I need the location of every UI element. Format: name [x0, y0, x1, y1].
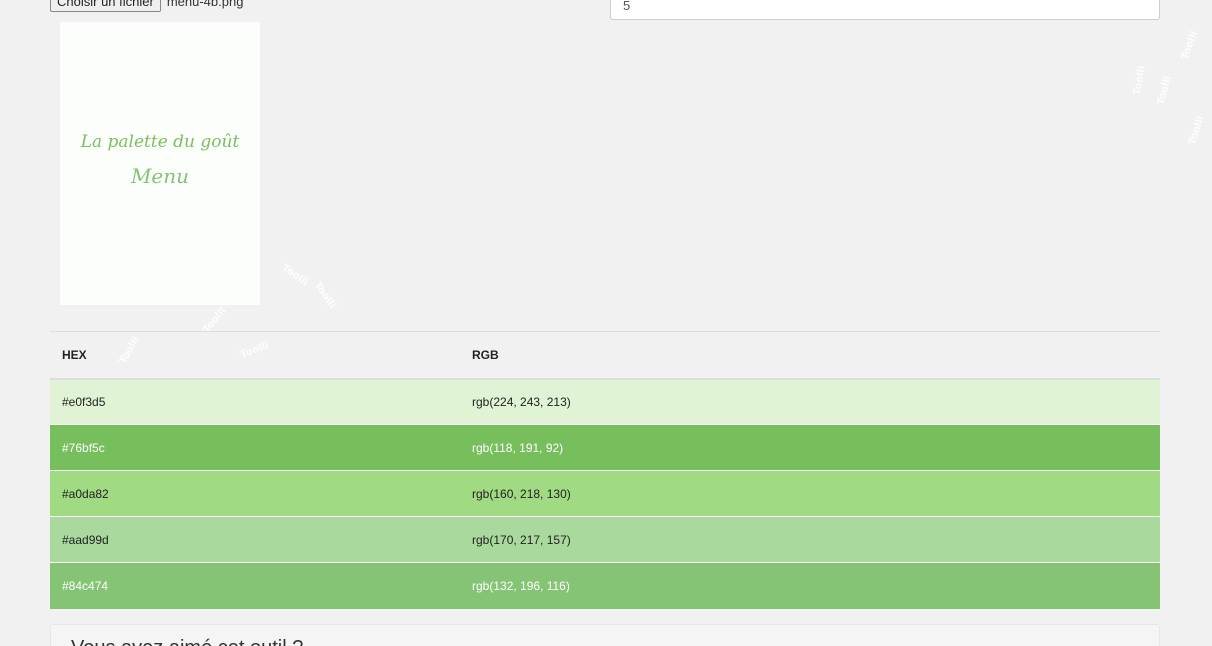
watermark-top-right: Toolli [1131, 65, 1148, 96]
file-upload: Choisir un fichier menu-4b.png [50, 0, 243, 12]
feedback-card: Vous avez aimé cet outil ? [50, 624, 1160, 646]
watermark-mid-2: Toolli [311, 280, 338, 311]
hex-column-header: HEX [62, 347, 87, 362]
image-preview: La palette du goût Menu [60, 22, 260, 305]
table-row: #e0f3d5 rgb(224, 243, 213) [50, 378, 1160, 425]
rgb-value: rgb(224, 243, 213) [472, 394, 571, 409]
preview-menu-text: Menu [130, 164, 190, 188]
hex-value: #a0da82 [62, 486, 109, 501]
color-table-container: HEX RGB #e0f3d5 rgb(224, 243, 213) #76bf5c… [50, 331, 1160, 609]
table-row: #aad99d rgb(170, 217, 157) [50, 516, 1160, 563]
color-table-body: #e0f3d5 rgb(224, 243, 213) #76bf5c rgb(118,… [50, 378, 1160, 609]
table-header-row: HEX RGB [50, 331, 1160, 379]
choose-file-button[interactable]: Choisir un fichier [50, 0, 161, 12]
watermark-top-right-4: Toolli [1186, 114, 1207, 147]
feedback-title: Vous avez aimé cet outil ? [71, 637, 303, 646]
table-row: #76bf5c rgb(118, 191, 92) [50, 424, 1160, 471]
table-row: #84c474 rgb(132, 196, 116) [50, 562, 1160, 609]
hex-value: #aad99d [62, 532, 109, 547]
watermark-top-right-2: Toolli [1155, 74, 1174, 107]
preview-brand-text: La palette du goût [80, 132, 240, 152]
rgb-value: rgb(160, 218, 130) [472, 486, 571, 501]
rgb-value: rgb(132, 196, 116) [472, 578, 570, 593]
selected-file-name: menu-4b.png [166, 0, 244, 9]
rgb-value: rgb(170, 217, 157) [472, 532, 571, 547]
rgb-value: rgb(118, 191, 92) [472, 440, 564, 455]
watermark-mid: Toolli [279, 262, 311, 289]
table-row: #a0da82 rgb(160, 218, 130) [50, 470, 1160, 517]
hex-value: #76bf5c [62, 440, 105, 455]
hex-value: #e0f3d5 [62, 394, 106, 409]
rgb-column-header: RGB [472, 347, 499, 362]
hex-value: #84c474 [62, 578, 109, 593]
watermark-top-right-3: Toolli [1179, 29, 1200, 62]
color-count-input[interactable]: 5 [610, 0, 1160, 20]
color-table: HEX RGB #e0f3d5 rgb(224, 243, 213) #76bf5c… [50, 331, 1160, 609]
